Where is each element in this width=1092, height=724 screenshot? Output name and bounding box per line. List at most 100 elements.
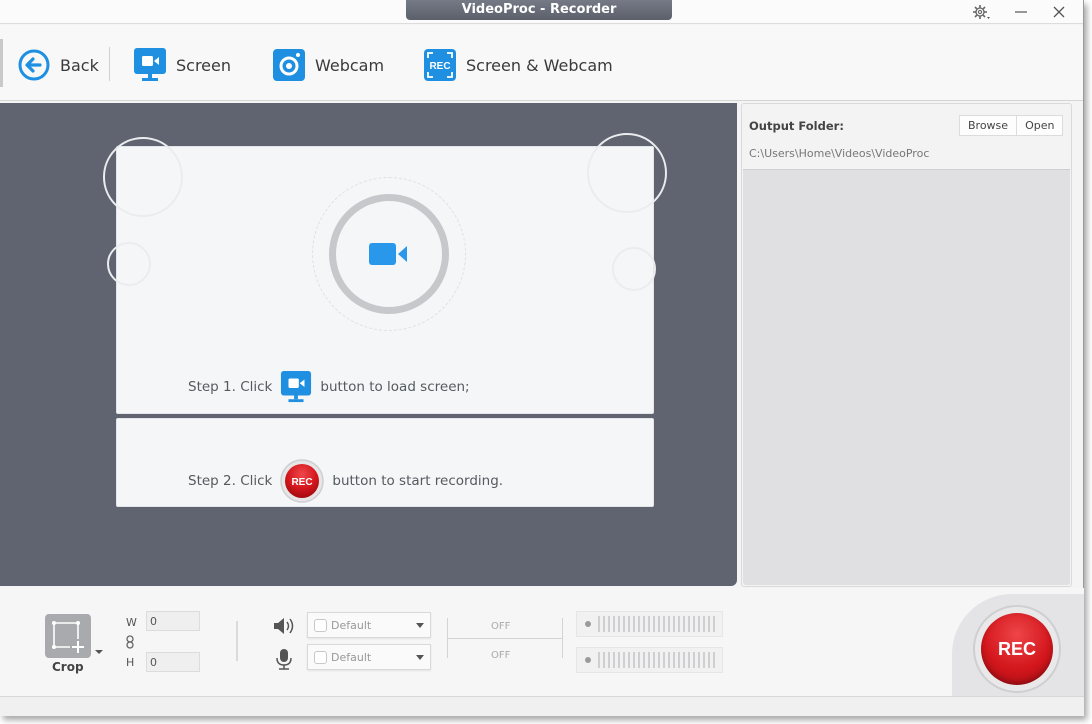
video-camera-icon [369, 243, 407, 265]
step2-prefix: Step 2. Click [188, 473, 273, 489]
meter-segment [683, 616, 685, 632]
screen-webcam-mode-button[interactable]: REC Screen & Webcam [424, 47, 613, 83]
meter-segment [613, 652, 615, 668]
meter-segment [678, 652, 680, 668]
close-button[interactable] [1046, 2, 1072, 22]
meter-segment [603, 652, 605, 668]
meter-segment [623, 616, 625, 632]
step2-suffix: button to start recording. [332, 473, 504, 489]
speaker-device-dropdown[interactable]: Default [307, 612, 431, 638]
rec-frame-icon-text: REC [429, 61, 450, 72]
crop-icon [52, 621, 84, 653]
width-label: W [126, 616, 137, 629]
controls-divider [236, 621, 238, 661]
meter-segment [653, 616, 655, 632]
meter-segment [628, 652, 630, 668]
webcam-mode-button[interactable]: Webcam [273, 47, 384, 83]
meter-segment [628, 616, 630, 632]
meter-segment [648, 616, 650, 632]
step2-instruction: Step 2. Click REC button to start record… [188, 459, 503, 503]
meter-segment [703, 616, 705, 632]
recordings-list[interactable] [743, 169, 1070, 585]
record-button-face: REC [981, 613, 1053, 685]
open-button[interactable]: Open [1016, 116, 1063, 135]
width-input[interactable] [146, 611, 200, 631]
record-button[interactable]: REC [973, 605, 1061, 693]
meter-segment [618, 652, 620, 668]
meter-indicator [585, 657, 591, 663]
screen-camera-icon [281, 371, 312, 403]
chevron-down-icon [416, 654, 424, 660]
connector-line [562, 618, 563, 658]
toolbar-edge [0, 39, 3, 87]
microphone-state: OFF [491, 650, 511, 661]
minimize-button[interactable] [1008, 2, 1034, 22]
speaker-device-value: Default [331, 618, 372, 632]
meter-segment [633, 652, 635, 668]
meter-indicator [585, 621, 591, 627]
window-title: VideoProc - Recorder [406, 0, 672, 20]
meter-segment [713, 616, 715, 632]
back-button[interactable]: Back [18, 47, 99, 83]
mode-toolbar: Back Screen Webcam REC Screen & Webcam [0, 25, 1083, 101]
decor-ghost [107, 242, 151, 286]
output-panel: Output Folder: Browse Open C:\Users\Home… [741, 103, 1072, 587]
meter-bars [598, 652, 715, 668]
meter-segment [633, 616, 635, 632]
meter-segment [693, 616, 695, 632]
output-folder-label: Output Folder: [749, 119, 844, 133]
meter-segment [623, 652, 625, 668]
meter-segment [688, 652, 690, 668]
microphone-enable-checkbox[interactable] [314, 650, 327, 664]
meter-segment [598, 652, 600, 668]
step1-card: Step 1. Click button to load screen; [103, 133, 667, 414]
crop-button[interactable] [45, 614, 91, 658]
step1-instruction: Step 1. Click button to load screen; [188, 371, 470, 403]
screen-mode-label: Screen [176, 55, 232, 75]
microphone-icon [276, 649, 292, 670]
meter-segment [663, 652, 665, 668]
microphone-level-meter [576, 647, 723, 673]
meter-segment [683, 652, 685, 668]
recorder-window: VideoProc - Recorder Back Screen Webcam … [0, 0, 1084, 716]
back-label: Back [60, 55, 99, 75]
meter-segment [713, 652, 715, 668]
speaker-enable-checkbox[interactable] [314, 618, 327, 632]
meter-segment [698, 652, 700, 668]
settings-button[interactable] [968, 2, 994, 22]
output-buttons: Browse Open [959, 115, 1064, 136]
toolbar-divider [109, 47, 110, 81]
load-screen-placeholder[interactable] [329, 194, 449, 314]
rec-button-icon: REC [280, 459, 325, 503]
preview-stage: Step 1. Click button to load screen; Ste… [0, 103, 737, 586]
step1-prefix: Step 1. Click [188, 379, 273, 395]
crop-dropdown-caret[interactable] [95, 650, 103, 654]
back-arrow-icon [18, 49, 50, 81]
meter-segment [648, 652, 650, 668]
screen-webcam-mode-label: Screen & Webcam [466, 55, 613, 75]
screen-mode-button[interactable]: Screen [134, 47, 231, 83]
close-icon [1053, 6, 1065, 18]
meter-segment [598, 616, 600, 632]
meter-segment [668, 616, 670, 632]
meter-segment [708, 616, 710, 632]
meter-segment [618, 616, 620, 632]
meter-segment [673, 616, 675, 632]
meter-segment [708, 652, 710, 668]
webcam-icon [273, 49, 305, 81]
decor-ghost [612, 247, 656, 291]
status-strip [0, 696, 1084, 716]
microphone-device-dropdown[interactable]: Default [307, 644, 431, 670]
step2-card: Step 2. Click REC button to start record… [116, 418, 654, 507]
height-input[interactable] [146, 652, 200, 672]
rec-frame-icon: REC [424, 49, 456, 81]
rec-icon-text: REC [292, 477, 313, 488]
meter-segment [653, 652, 655, 668]
browse-button[interactable]: Browse [960, 116, 1017, 135]
link-aspect-icon[interactable] [126, 635, 134, 649]
meter-segment [638, 652, 640, 668]
screen-camera-icon [134, 48, 166, 81]
meter-segment [703, 652, 705, 668]
speaker-level-meter [576, 611, 723, 637]
meter-segment [643, 616, 645, 632]
